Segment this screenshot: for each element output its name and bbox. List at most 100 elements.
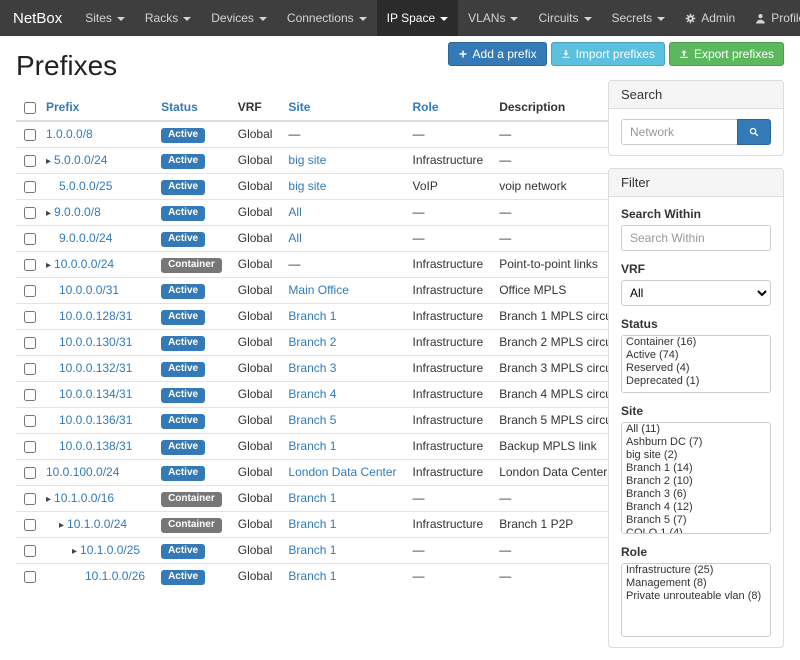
prefix-link[interactable]: 10.0.0.0/24: [54, 257, 114, 271]
search-within-input[interactable]: [621, 225, 771, 251]
row-checkbox[interactable]: [24, 181, 36, 193]
row-checkbox[interactable]: [24, 467, 36, 479]
row-checkbox[interactable]: [24, 155, 36, 167]
site-link[interactable]: Branch 1: [288, 543, 336, 557]
site-link[interactable]: Branch 1: [288, 439, 336, 453]
expand-arrow-icon[interactable]: ▸: [46, 156, 51, 167]
filter-option[interactable]: Branch 2 (10): [622, 475, 770, 488]
export-prefixes-button[interactable]: Export prefixes: [669, 42, 784, 66]
site-link[interactable]: London Data Center: [288, 465, 396, 479]
prefix-link[interactable]: 10.0.0.134/31: [59, 387, 132, 401]
filter-option[interactable]: big site (2): [622, 449, 770, 462]
row-checkbox[interactable]: [24, 311, 36, 323]
prefix-link[interactable]: 10.1.0.0/26: [85, 569, 145, 583]
expand-arrow-icon[interactable]: ▸: [46, 260, 51, 271]
prefix-link[interactable]: 10.0.100.0/24: [46, 465, 119, 479]
row-checkbox[interactable]: [24, 389, 36, 401]
row-checkbox[interactable]: [24, 519, 36, 531]
row-checkbox[interactable]: [24, 337, 36, 349]
expand-arrow-icon[interactable]: ▸: [46, 208, 51, 219]
vrf-select[interactable]: All: [621, 280, 771, 306]
site-link[interactable]: Branch 1: [288, 569, 336, 583]
filter-option[interactable]: Branch 3 (6): [622, 488, 770, 501]
row-checkbox[interactable]: [24, 415, 36, 427]
prefix-link[interactable]: 9.0.0.0/24: [59, 231, 112, 245]
role-listbox[interactable]: Infrastructure (25)Management (8)Private…: [621, 563, 771, 637]
nav-item-sites[interactable]: Sites: [75, 0, 135, 36]
prefix-link[interactable]: 1.0.0.0/8: [46, 127, 93, 141]
row-checkbox[interactable]: [24, 441, 36, 453]
site-link[interactable]: big site: [288, 179, 326, 193]
column-header-role[interactable]: Role: [405, 94, 492, 121]
expand-arrow-icon[interactable]: ▸: [46, 494, 51, 505]
nav-item-secrets[interactable]: Secrets: [602, 0, 676, 36]
prefix-link[interactable]: 10.0.0.136/31: [59, 413, 132, 427]
row-checkbox[interactable]: [24, 129, 36, 141]
prefix-link[interactable]: 10.1.0.0/25: [80, 543, 140, 557]
row-checkbox[interactable]: [24, 545, 36, 557]
expand-arrow-icon[interactable]: ▸: [72, 546, 77, 557]
prefix-link[interactable]: 9.0.0.0/8: [54, 205, 101, 219]
prefix-link[interactable]: 5.0.0.0/25: [59, 179, 112, 193]
site-link[interactable]: Branch 1: [288, 491, 336, 505]
row-checkbox[interactable]: [24, 233, 36, 245]
prefix-link[interactable]: 10.1.0.0/16: [54, 491, 114, 505]
filter-option[interactable]: Ashburn DC (7): [622, 436, 770, 449]
nav-item-ip-space[interactable]: IP Space: [377, 0, 458, 36]
filter-option[interactable]: Infrastructure (25): [622, 564, 770, 577]
site-link[interactable]: Branch 4: [288, 387, 336, 401]
row-checkbox[interactable]: [24, 571, 36, 583]
filter-option[interactable]: Branch 1 (14): [622, 462, 770, 475]
search-button[interactable]: [737, 119, 771, 145]
site-link[interactable]: Branch 5: [288, 413, 336, 427]
filter-option[interactable]: Branch 5 (7): [622, 514, 770, 527]
site-link[interactable]: Branch 3: [288, 361, 336, 375]
filter-option[interactable]: Management (8): [622, 577, 770, 590]
filter-option[interactable]: Active (74): [622, 349, 770, 362]
site-link[interactable]: All: [288, 205, 301, 219]
add-prefix-button[interactable]: Add a prefix: [448, 42, 547, 66]
column-header-site[interactable]: Site: [280, 94, 404, 121]
filter-option[interactable]: Private unrouteable vlan (8): [622, 590, 770, 603]
row-checkbox[interactable]: [24, 363, 36, 375]
row-checkbox[interactable]: [24, 493, 36, 505]
nav-item-circuits[interactable]: Circuits: [528, 0, 601, 36]
import-prefixes-button[interactable]: Import prefixes: [551, 42, 665, 66]
site-link[interactable]: Branch 2: [288, 335, 336, 349]
nav-item-vlans[interactable]: VLANs: [458, 0, 528, 36]
nav-item-racks[interactable]: Racks: [135, 0, 201, 36]
prefix-link[interactable]: 10.0.0.132/31: [59, 361, 132, 375]
site-listbox[interactable]: All (11)Ashburn DC (7)big site (2)Branch…: [621, 422, 771, 534]
row-checkbox[interactable]: [24, 259, 36, 271]
filter-option[interactable]: Reserved (4): [622, 362, 770, 375]
filter-option[interactable]: Branch 4 (12): [622, 501, 770, 514]
row-checkbox[interactable]: [24, 207, 36, 219]
filter-option[interactable]: Deprecated (1): [622, 375, 770, 388]
nav-item-connections[interactable]: Connections: [277, 0, 377, 36]
prefix-link[interactable]: 10.1.0.0/24: [67, 517, 127, 531]
filter-option[interactable]: COLO 1 (4): [622, 527, 770, 534]
search-input[interactable]: [621, 119, 737, 145]
status-listbox[interactable]: Container (16)Active (74)Reserved (4)Dep…: [621, 335, 771, 393]
nav-item-admin[interactable]: Admin: [675, 0, 745, 36]
site-link[interactable]: big site: [288, 153, 326, 167]
column-header-prefix[interactable]: Prefix: [38, 94, 153, 121]
filter-option[interactable]: All (11): [622, 423, 770, 436]
column-header-status[interactable]: Status: [153, 94, 230, 121]
prefix-link[interactable]: 10.0.0.128/31: [59, 309, 132, 323]
select-all-checkbox[interactable]: [24, 102, 36, 114]
filter-option[interactable]: Container (16): [622, 336, 770, 349]
expand-arrow-icon[interactable]: ▸: [59, 520, 64, 531]
nav-item-devices[interactable]: Devices: [201, 0, 277, 36]
site-link[interactable]: Main Office: [288, 283, 348, 297]
site-link[interactable]: Branch 1: [288, 309, 336, 323]
prefix-link[interactable]: 10.0.0.138/31: [59, 439, 132, 453]
nav-item-profile[interactable]: Profile: [745, 0, 800, 36]
brand[interactable]: NetBox: [0, 0, 75, 36]
site-link[interactable]: Branch 1: [288, 517, 336, 531]
prefix-link[interactable]: 10.0.0.0/31: [59, 283, 119, 297]
prefix-link[interactable]: 10.0.0.130/31: [59, 335, 132, 349]
row-checkbox[interactable]: [24, 285, 36, 297]
site-link[interactable]: All: [288, 231, 301, 245]
prefix-link[interactable]: 5.0.0.0/24: [54, 153, 107, 167]
